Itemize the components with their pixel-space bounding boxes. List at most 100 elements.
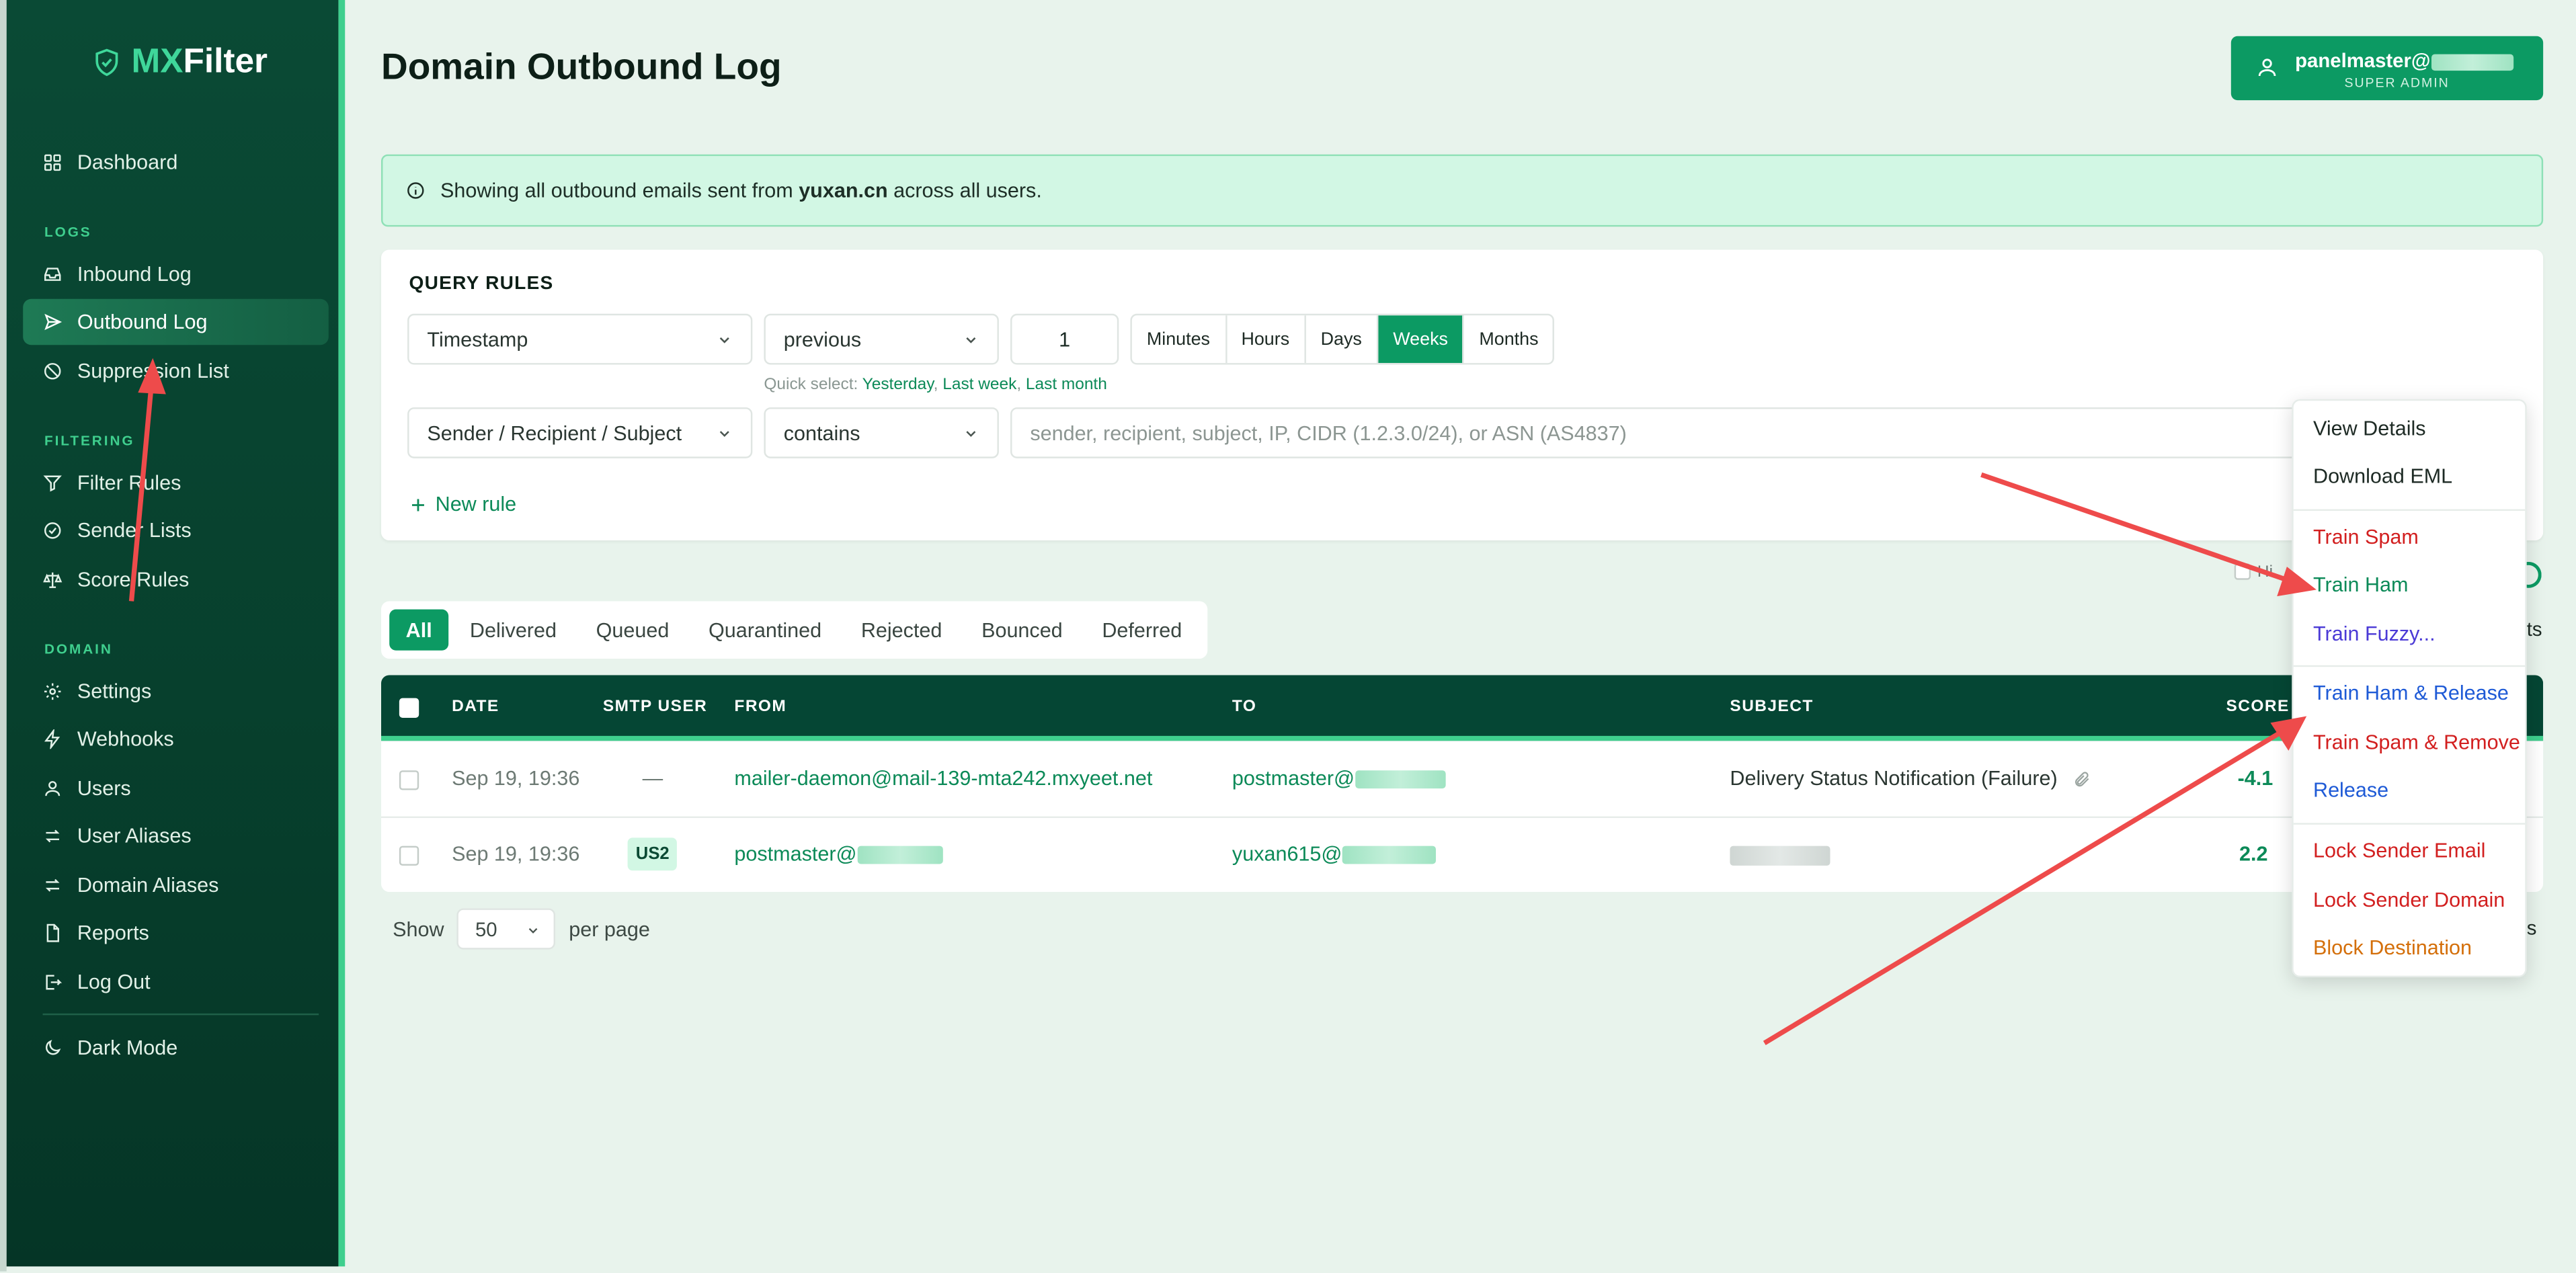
- rule2-operator-select[interactable]: contains: [764, 407, 999, 458]
- sidebar-item-log-out[interactable]: Log Out: [23, 959, 329, 1005]
- rule1-field-select[interactable]: Timestamp: [407, 313, 753, 365]
- section-label-filtering: FILTERING: [44, 432, 135, 449]
- column-score[interactable]: SCORE: [2226, 698, 2289, 716]
- menu-block-destination[interactable]: Block Destination: [2313, 936, 2472, 959]
- unit-days-button[interactable]: Days: [1306, 315, 1379, 364]
- quick-last-week-link[interactable]: Last week: [942, 376, 1016, 395]
- menu-train-spam[interactable]: Train Spam: [2313, 526, 2419, 548]
- query-rules-title: QUERY RULES: [409, 274, 554, 294]
- menu-view-details[interactable]: View Details: [2313, 417, 2426, 440]
- unit-weeks-button[interactable]: Weeks: [1378, 315, 1465, 364]
- column-subject[interactable]: SUBJECT: [1730, 698, 1813, 716]
- pagination-peek-text: s: [2526, 916, 2537, 940]
- table-row[interactable]: Sep 19, 19:36 — mailer-daemon@mail-139-m…: [380, 743, 2544, 819]
- unit-hours-button[interactable]: Hours: [1226, 315, 1306, 364]
- send-icon: [44, 313, 63, 331]
- query-rules-card: QUERY RULES Timestamp previous 1 Minutes…: [380, 249, 2544, 541]
- row-from[interactable]: mailer-daemon@mail-139-mta242.mxyeet.net: [734, 767, 1152, 790]
- menu-download-eml[interactable]: Download EML: [2313, 465, 2452, 488]
- sidebar-item-label: Webhooks: [77, 727, 174, 751]
- inbox-icon: [44, 268, 61, 281]
- sidebar-item-score-rules[interactable]: Score Rules: [23, 557, 329, 602]
- table-row[interactable]: Sep 19, 19:36 US2 postmaster@ yuxan615@ …: [381, 818, 2543, 892]
- menu-train-spam-remove[interactable]: Train Spam & Remove: [2313, 731, 2520, 754]
- sidebar-item-reports[interactable]: Reports: [23, 910, 329, 956]
- moon-icon: [46, 1040, 61, 1055]
- show-label: Show: [393, 917, 444, 941]
- bolt-icon: [44, 729, 61, 749]
- sidebar-item-label: Inbound Log: [77, 263, 192, 286]
- per-page-label: per page: [569, 917, 650, 941]
- row-context-menu: View Details Download EML Train Spam Tra…: [2292, 399, 2527, 978]
- menu-release[interactable]: Release: [2313, 778, 2388, 801]
- rule1-operator-select[interactable]: previous: [764, 313, 999, 365]
- tab-delivered[interactable]: Delivered: [452, 610, 575, 651]
- tab-rejected[interactable]: Rejected: [843, 610, 960, 651]
- hide-option[interactable]: Hi: [2234, 563, 2273, 581]
- new-rule-label: New rule: [435, 493, 517, 516]
- row-to[interactable]: postmaster@: [1232, 767, 1445, 790]
- sidebar-item-suppression-list[interactable]: Suppression List: [23, 348, 329, 394]
- dark-mode-toggle[interactable]: Dark Mode: [23, 1025, 329, 1071]
- quick-last-month-link[interactable]: Last month: [1026, 376, 1107, 395]
- user-menu-button[interactable]: panelmaster@ SUPER ADMIN: [2230, 36, 2544, 101]
- quick-yesterday-link[interactable]: Yesterday: [862, 376, 934, 395]
- row-checkbox[interactable]: [399, 770, 419, 790]
- sidebar-item-webhooks[interactable]: Webhooks: [23, 716, 329, 762]
- menu-lock-sender-domain[interactable]: Lock Sender Domain: [2313, 889, 2505, 911]
- per-page-select[interactable]: 50: [457, 908, 556, 950]
- sidebar-item-dashboard[interactable]: Dashboard: [23, 140, 329, 186]
- sidebar-item-label: Filter Rules: [77, 471, 182, 495]
- rule2-field-select[interactable]: Sender / Recipient / Subject: [407, 407, 753, 458]
- sidebar-item-users[interactable]: Users: [23, 766, 329, 811]
- sidebar-item-user-aliases[interactable]: User Aliases: [23, 813, 329, 859]
- select-all-checkbox[interactable]: [399, 698, 419, 718]
- tab-bounced[interactable]: Bounced: [963, 610, 1080, 651]
- menu-train-ham[interactable]: Train Ham: [2313, 573, 2408, 596]
- sidebar-item-filter-rules[interactable]: Filter Rules: [23, 460, 329, 505]
- rule1-field-value: Timestamp: [427, 327, 528, 351]
- row-from-text: postmaster@: [734, 842, 857, 866]
- sidebar-item-inbound-log[interactable]: Inbound Log: [23, 251, 329, 297]
- row-from[interactable]: postmaster@: [734, 843, 942, 866]
- redacted-block: [1342, 846, 1436, 864]
- column-date[interactable]: DATE: [452, 698, 499, 716]
- row-subject: Delivery Status Notification (Failure): [1730, 767, 2091, 790]
- chevron-down-icon: [719, 431, 729, 438]
- new-rule-button[interactable]: New rule: [409, 493, 517, 516]
- user-name: panelmaster@: [2295, 49, 2515, 73]
- menu-train-ham-release[interactable]: Train Ham & Release: [2313, 682, 2509, 704]
- unit-months-button[interactable]: Months: [1464, 315, 1553, 363]
- app-logo[interactable]: MX Filter: [92, 43, 268, 83]
- tab-all[interactable]: All: [389, 609, 449, 651]
- rule1-value-input[interactable]: 1: [1010, 313, 1119, 365]
- redacted-block: [856, 846, 942, 864]
- row-subject-text: Delivery Status Notification (Failure): [1730, 767, 2058, 790]
- row-checkbox[interactable]: [399, 846, 419, 866]
- menu-divider: [2293, 823, 2526, 825]
- sidebar-item-label: Dashboard: [77, 151, 178, 175]
- toolbar-peek-text: ts: [2526, 617, 2542, 641]
- column-to[interactable]: TO: [1232, 698, 1256, 716]
- column-from[interactable]: FROM: [734, 698, 787, 716]
- row-to[interactable]: yuxan615@: [1232, 843, 1436, 866]
- menu-train-fuzzy[interactable]: Train Fuzzy...: [2313, 622, 2436, 645]
- rule2-search-input[interactable]: sender, recipient, subject, IP, CIDR (1.…: [1010, 407, 2489, 458]
- unit-minutes-button[interactable]: Minutes: [1132, 315, 1227, 364]
- arrows-swap-icon: [45, 829, 60, 843]
- sidebar-item-outbound-log[interactable]: Outbound Log: [23, 298, 329, 345]
- sidebar-item-settings[interactable]: Settings: [23, 669, 329, 714]
- sidebar-divider: [42, 1013, 319, 1016]
- tab-quarantined[interactable]: Quarantined: [690, 610, 840, 651]
- sidebar-item-sender-lists[interactable]: Sender Lists: [23, 507, 329, 553]
- column-smtp-user[interactable]: SMTP USER: [603, 698, 707, 716]
- menu-lock-sender-email[interactable]: Lock Sender Email: [2313, 839, 2485, 862]
- sidebar-item-label: Users: [77, 776, 131, 800]
- menu-divider: [2293, 509, 2526, 511]
- banner-domain: yuxan.cn: [799, 179, 888, 202]
- tab-queued[interactable]: Queued: [578, 610, 687, 651]
- tab-deferred[interactable]: Deferred: [1084, 610, 1200, 651]
- sidebar-item-domain-aliases[interactable]: Domain Aliases: [23, 862, 329, 908]
- sidebar-item-label: Sender Lists: [77, 519, 192, 542]
- hide-checkbox[interactable]: [2234, 564, 2251, 581]
